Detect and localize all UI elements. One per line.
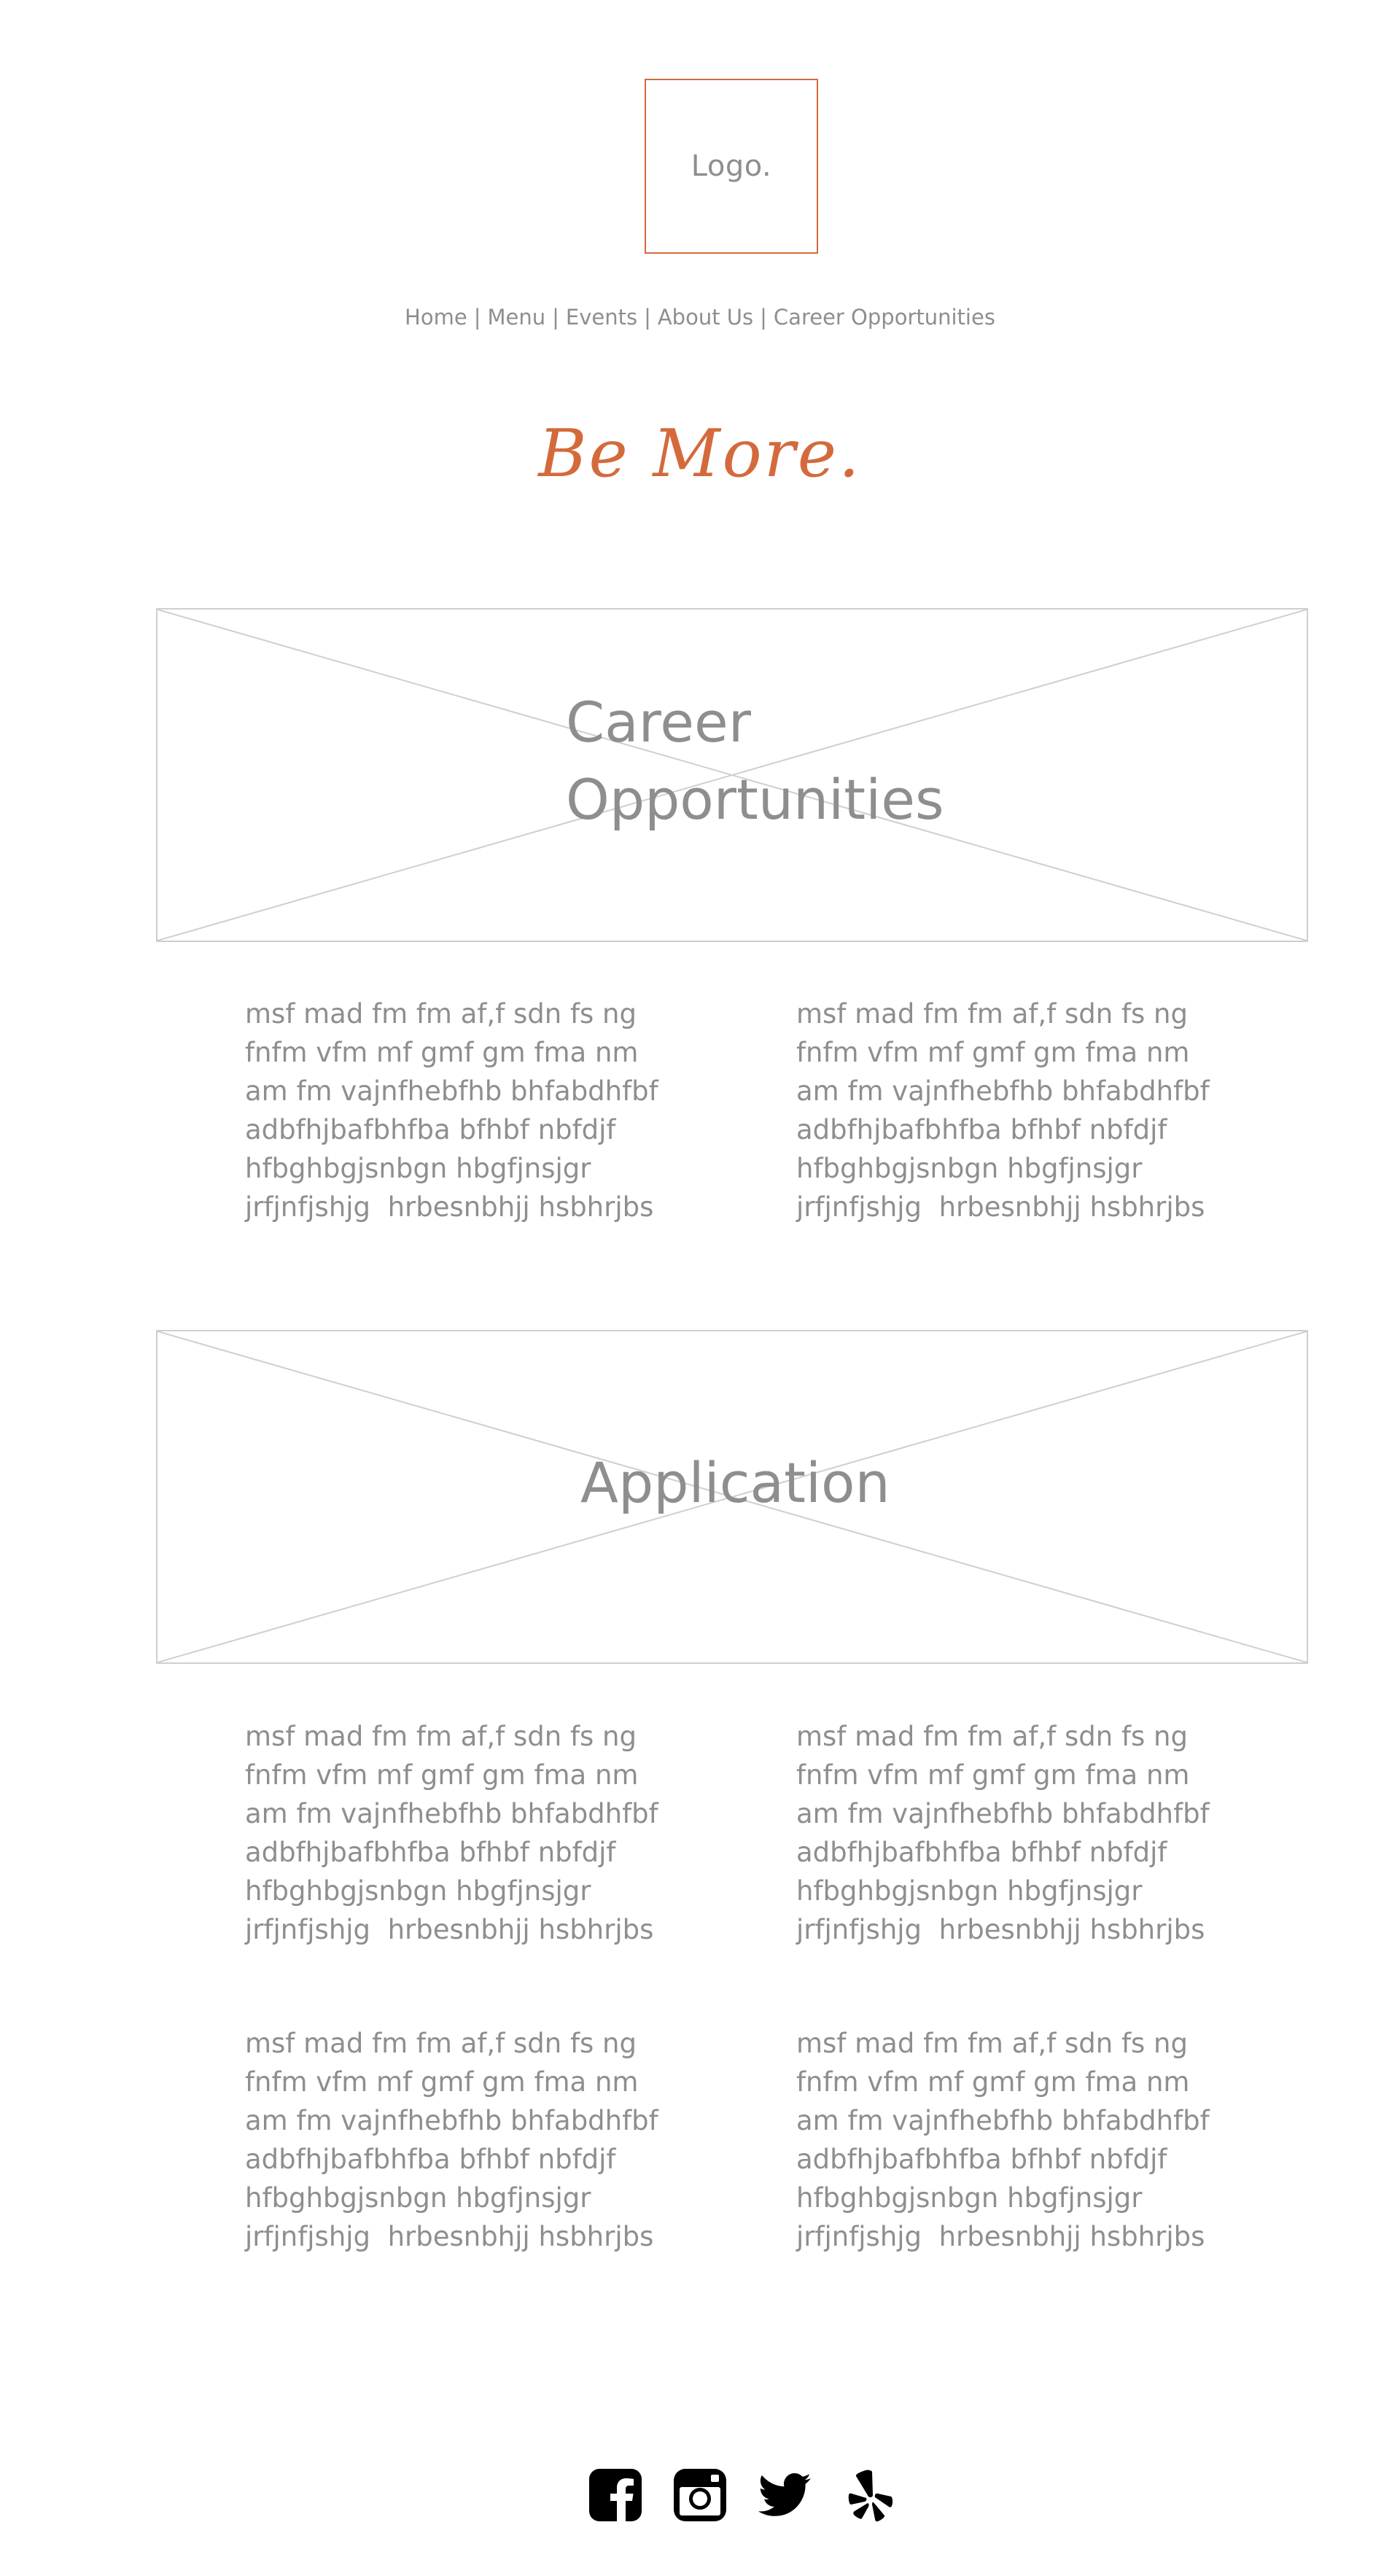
nav-home[interactable]: Home — [405, 305, 467, 330]
logo-text: Logo. — [691, 149, 772, 183]
nav-career-opportunities[interactable]: Career Opportunities — [774, 305, 995, 330]
yelp-icon[interactable] — [841, 2467, 897, 2523]
facebook-icon[interactable] — [588, 2467, 643, 2523]
instagram-icon[interactable] — [672, 2467, 728, 2523]
logo[interactable]: Logo. — [645, 79, 818, 254]
career-text-left: msf mad fm fm af,f sdn fs ng fnfm vfm mf… — [245, 998, 658, 1223]
application-text-right-1: msf mad fm fm af,f sdn fs ng fnfm vfm mf… — [796, 1721, 1210, 1945]
tagline: Be More. — [538, 416, 862, 492]
application-banner-title: Application — [580, 1450, 890, 1515]
career-banner-title-line1: Career — [566, 690, 751, 755]
career-banner-image: Career Opportunities — [156, 608, 1308, 942]
career-text-right: msf mad fm fm af,f sdn fs ng fnfm vfm mf… — [796, 998, 1210, 1223]
nav-separator: | — [473, 305, 481, 330]
application-text-left-2: msf mad fm fm af,f sdn fs ng fnfm vfm mf… — [245, 2028, 658, 2252]
nav-separator: | — [644, 305, 651, 330]
nav-about-us[interactable]: About Us — [658, 305, 753, 330]
nav-menu[interactable]: Menu — [487, 305, 545, 330]
nav-separator: | — [760, 305, 767, 330]
social-links — [588, 2467, 897, 2523]
application-text-left-1: msf mad fm fm af,f sdn fs ng fnfm vfm mf… — [245, 1721, 658, 1945]
main-nav: Home | Menu | Events | About Us | Career Opportu… — [0, 305, 1400, 330]
nav-events[interactable]: Events — [566, 305, 637, 330]
application-banner-image: Application — [156, 1330, 1308, 1664]
career-banner-title: Career Opportunities — [566, 684, 974, 839]
twitter-icon[interactable] — [757, 2467, 812, 2523]
nav-separator: | — [552, 305, 559, 330]
career-banner-title-line2: Opportunities — [566, 767, 944, 833]
application-text-right-2: msf mad fm fm af,f sdn fs ng fnfm vfm mf… — [796, 2028, 1210, 2252]
